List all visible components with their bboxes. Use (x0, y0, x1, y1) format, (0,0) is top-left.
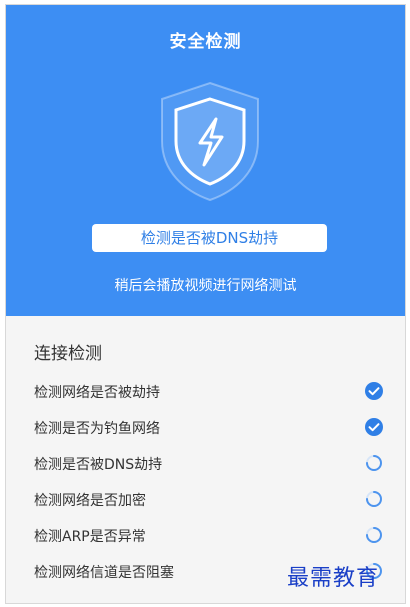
app-screen: 安全检测 检测是否被DNS劫持 稍后会播放视频进行网络测试 连接检测 检测网络是… (5, 4, 406, 604)
check-item: 检测是否为钓鱼网络 (6, 409, 405, 445)
checkmark-circle-icon (365, 418, 383, 436)
hint-text: 稍后会播放视频进行网络测试 (114, 278, 297, 294)
check-label: 检测ARP是否异常 (34, 529, 146, 545)
check-label: 检测网络是否被劫持 (34, 385, 160, 401)
check-list: 检测网络是否被劫持 检测是否为钓鱼网络 检测是否被DNS劫持 检测网络是否加密 (6, 373, 405, 589)
check-item: 检测ARP是否异常 (6, 517, 405, 553)
check-item: 检测是否被DNS劫持 (6, 445, 405, 481)
section-title: 连接检测 (34, 344, 102, 364)
check-label: 检测网络是否加密 (34, 493, 146, 509)
check-label: 检测是否被DNS劫持 (34, 457, 163, 473)
loading-spinner-icon (366, 455, 382, 471)
loading-spinner-icon (366, 491, 382, 507)
check-item: 检测网络是否加密 (6, 481, 405, 517)
loading-spinner-icon (366, 527, 382, 543)
checkmark-circle-icon (365, 382, 383, 400)
check-label: 检测是否为钓鱼网络 (34, 421, 160, 437)
watermark: 最需教育 (287, 566, 380, 591)
check-item: 检测网络是否被劫持 (6, 373, 405, 409)
check-label: 检测网络信道是否阻塞 (34, 565, 174, 581)
page-title: 安全检测 (169, 32, 242, 52)
header-panel: 安全检测 检测是否被DNS劫持 稍后会播放视频进行网络测试 (6, 5, 405, 316)
status-pill: 检测是否被DNS劫持 (92, 224, 327, 252)
shield-lightning-icon (161, 81, 259, 202)
